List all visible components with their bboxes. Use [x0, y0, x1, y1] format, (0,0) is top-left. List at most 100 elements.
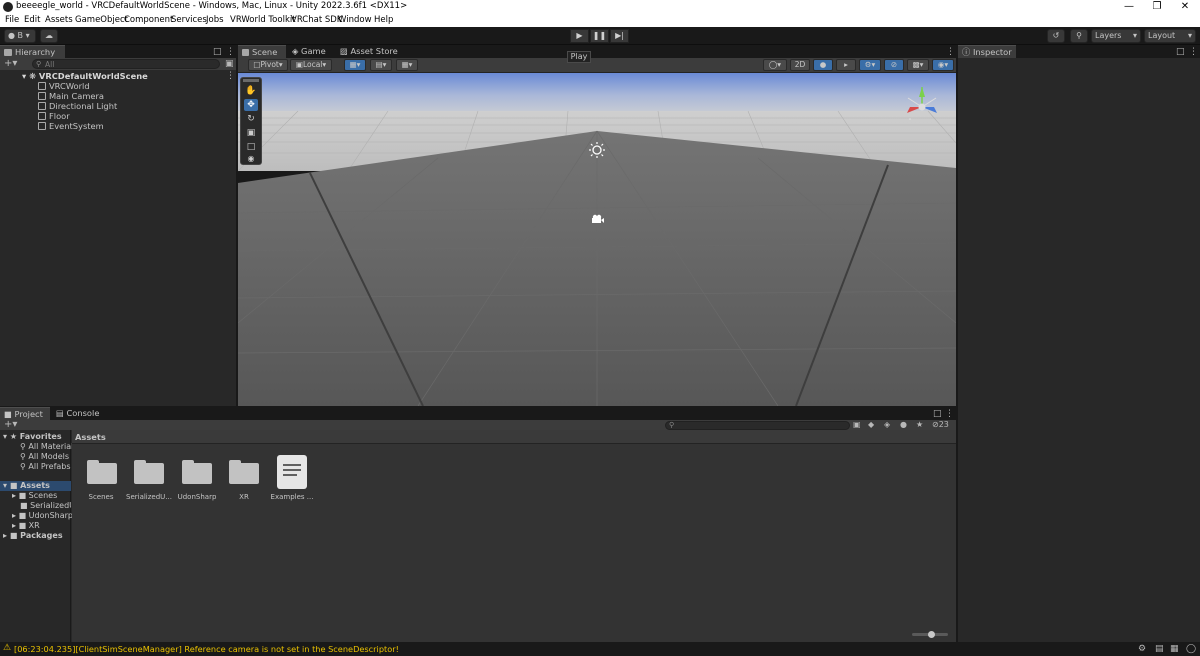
- tab-scene[interactable]: Scene: [238, 45, 286, 58]
- local-dropdown[interactable]: ▣Local▾: [290, 59, 332, 71]
- search-button[interactable]: ⚲: [1070, 29, 1088, 43]
- history-button[interactable]: ↺: [1047, 29, 1065, 43]
- rect-tool-icon[interactable]: □: [244, 141, 258, 153]
- stack-icon[interactable]: ▤: [1155, 644, 1164, 654]
- menu-jobs[interactable]: Jobs: [206, 15, 224, 25]
- scene-visibility-icon[interactable]: ▣: [225, 59, 234, 69]
- more-options-icon[interactable]: ⋮: [1189, 47, 1198, 57]
- menu-window[interactable]: Window: [338, 15, 372, 25]
- increment-snap-button[interactable]: ▤▾: [370, 59, 392, 71]
- add-icon[interactable]: +▾: [4, 59, 17, 69]
- search-icon: ⚲: [20, 462, 26, 471]
- scene-more-icon[interactable]: ⋮: [226, 71, 235, 81]
- vertex-snap-button[interactable]: ▦▾: [396, 59, 418, 71]
- toggle-2d-button[interactable]: 2D: [790, 59, 810, 71]
- lock-icon[interactable]: □: [213, 47, 222, 57]
- asset-tree-item[interactable]: ▸ ■ UdonSharp: [12, 511, 73, 520]
- search-icon: ⚲: [1076, 31, 1082, 40]
- scene-viewport[interactable]: ✋ ✥ ↻ ▣ □ ◉: [238, 73, 956, 406]
- lock-icon[interactable]: □: [1176, 47, 1185, 57]
- more-options-icon[interactable]: ⋮: [226, 47, 235, 57]
- palette-grip[interactable]: [243, 79, 259, 82]
- menu-assets[interactable]: Assets: [45, 15, 73, 25]
- menu-vrworld-toolkit[interactable]: VRWorld Toolkit: [230, 15, 296, 25]
- tab-console[interactable]: ▤ Console: [52, 407, 102, 420]
- hierarchy-item[interactable]: Floor: [38, 111, 70, 121]
- menu-help[interactable]: Help: [374, 15, 393, 25]
- breadcrumb[interactable]: Assets: [75, 432, 106, 442]
- gizmos-dropdown[interactable]: ◉▾: [932, 59, 954, 71]
- shading-mode-button[interactable]: ◯▾: [763, 59, 787, 71]
- hierarchy-item[interactable]: Directional Light: [38, 101, 117, 111]
- grid-snap-button[interactable]: ▦▾: [344, 59, 366, 71]
- scene-visibility-toggle[interactable]: ⊘: [884, 59, 904, 71]
- menu-services[interactable]: Services: [171, 15, 207, 25]
- effects-dropdown[interactable]: ⚙▾: [859, 59, 881, 71]
- hierarchy-scene-root[interactable]: ▾ ❋ VRCDefaultWorldScene: [22, 71, 148, 81]
- menu-file[interactable]: File: [5, 15, 19, 25]
- lock-icon[interactable]: □: [933, 409, 942, 419]
- maximize-button[interactable]: ❐: [1143, 0, 1171, 14]
- hidden-packages-icon[interactable]: ⊘23: [932, 420, 949, 430]
- scene-tabbar: Scene ◈ Game ▨ Asset Store ⋮: [238, 45, 956, 58]
- hierarchy-item[interactable]: VRCWorld: [38, 81, 90, 91]
- search-by-label-icon[interactable]: ◆: [868, 420, 874, 430]
- assets-node[interactable]: ▾ ■ Assets: [0, 481, 71, 491]
- hand-tool-icon[interactable]: ✋: [244, 85, 258, 97]
- camera-dropdown[interactable]: ▩▾: [907, 59, 929, 71]
- search-by-type-icon[interactable]: ▣: [853, 420, 861, 430]
- cloud-button[interactable]: ☁: [40, 29, 58, 43]
- tag-icon[interactable]: ◈: [884, 420, 890, 430]
- add-icon[interactable]: +▾: [4, 420, 17, 430]
- favorites-item[interactable]: ⚲ All Prefabs: [20, 462, 71, 471]
- play-button[interactable]: ▶: [570, 29, 589, 43]
- slider-handle[interactable]: [928, 631, 935, 638]
- layout-dropdown[interactable]: Layout ▾: [1144, 29, 1196, 43]
- menu-edit[interactable]: Edit: [24, 15, 40, 25]
- bug-icon[interactable]: ⚙: [1138, 644, 1146, 654]
- asset-item-label: UdonSharp: [177, 493, 217, 501]
- menu-component[interactable]: Component: [124, 15, 173, 25]
- transform-tool-icon[interactable]: ◉: [244, 154, 258, 164]
- minimize-button[interactable]: —: [1115, 0, 1143, 14]
- more-options-icon[interactable]: ⋮: [945, 409, 954, 419]
- move-tool-icon[interactable]: ✥: [244, 99, 258, 111]
- pivot-dropdown[interactable]: □Pivot▾: [248, 59, 288, 71]
- rotate-tool-icon[interactable]: ↻: [244, 113, 258, 125]
- favorites-item[interactable]: ⚲ All Models: [20, 452, 69, 461]
- folder-icon: [229, 460, 259, 484]
- account-dropdown[interactable]: ● B ▾: [4, 29, 36, 43]
- asset-tree-item[interactable]: ■ SerializedUdonPrograms: [20, 501, 71, 510]
- asset-tree-item[interactable]: ▸ ■ Scenes: [12, 491, 57, 500]
- hierarchy-search-input[interactable]: ⚲ All: [32, 59, 220, 69]
- project-search-input[interactable]: ⚲: [665, 421, 850, 430]
- menu-gameobject[interactable]: GameObject: [75, 15, 128, 25]
- scale-tool-icon[interactable]: ▣: [244, 127, 258, 139]
- star-icon[interactable]: ★: [916, 420, 923, 430]
- audio-toggle[interactable]: ▸: [836, 59, 856, 71]
- pause-button[interactable]: ❚❚: [590, 29, 609, 43]
- info-circle-icon[interactable]: ●: [900, 420, 907, 430]
- close-button[interactable]: ✕: [1171, 0, 1199, 14]
- cache-icon[interactable]: ▦: [1170, 644, 1179, 654]
- hierarchy-item[interactable]: Main Camera: [38, 91, 104, 101]
- packages-node[interactable]: ▸ ■ Packages: [3, 531, 63, 540]
- layers-dropdown[interactable]: Layers ▾: [1091, 29, 1141, 43]
- lighting-toggle[interactable]: ●: [813, 59, 833, 71]
- gameobject-icon: [38, 102, 46, 110]
- progress-spinner-icon[interactable]: ◯: [1186, 644, 1196, 654]
- tab-hierarchy[interactable]: Hierarchy: [0, 45, 65, 58]
- tab-inspector[interactable]: ⓘ Inspector: [958, 45, 1016, 58]
- step-button[interactable]: ▶|: [610, 29, 629, 43]
- tab-asset-store[interactable]: ▨ Asset Store: [336, 45, 398, 58]
- status-message[interactable]: [06:23:04.235][ClientSimSceneManager] Re…: [14, 644, 399, 654]
- favorites-item[interactable]: ⚲ All Materials: [20, 442, 78, 451]
- menu-vrchat-sdk[interactable]: VRChat SDK: [291, 15, 342, 25]
- more-options-icon[interactable]: ⋮: [946, 47, 955, 57]
- asset-tree-item[interactable]: ▸ ■ XR: [12, 521, 40, 530]
- icon-size-slider[interactable]: [912, 631, 948, 638]
- tab-game[interactable]: ◈ Game: [288, 45, 334, 58]
- favorites-node[interactable]: ▾ ★ Favorites: [3, 432, 62, 441]
- hierarchy-item[interactable]: EventSystem: [38, 121, 104, 131]
- account-label: B: [17, 31, 24, 40]
